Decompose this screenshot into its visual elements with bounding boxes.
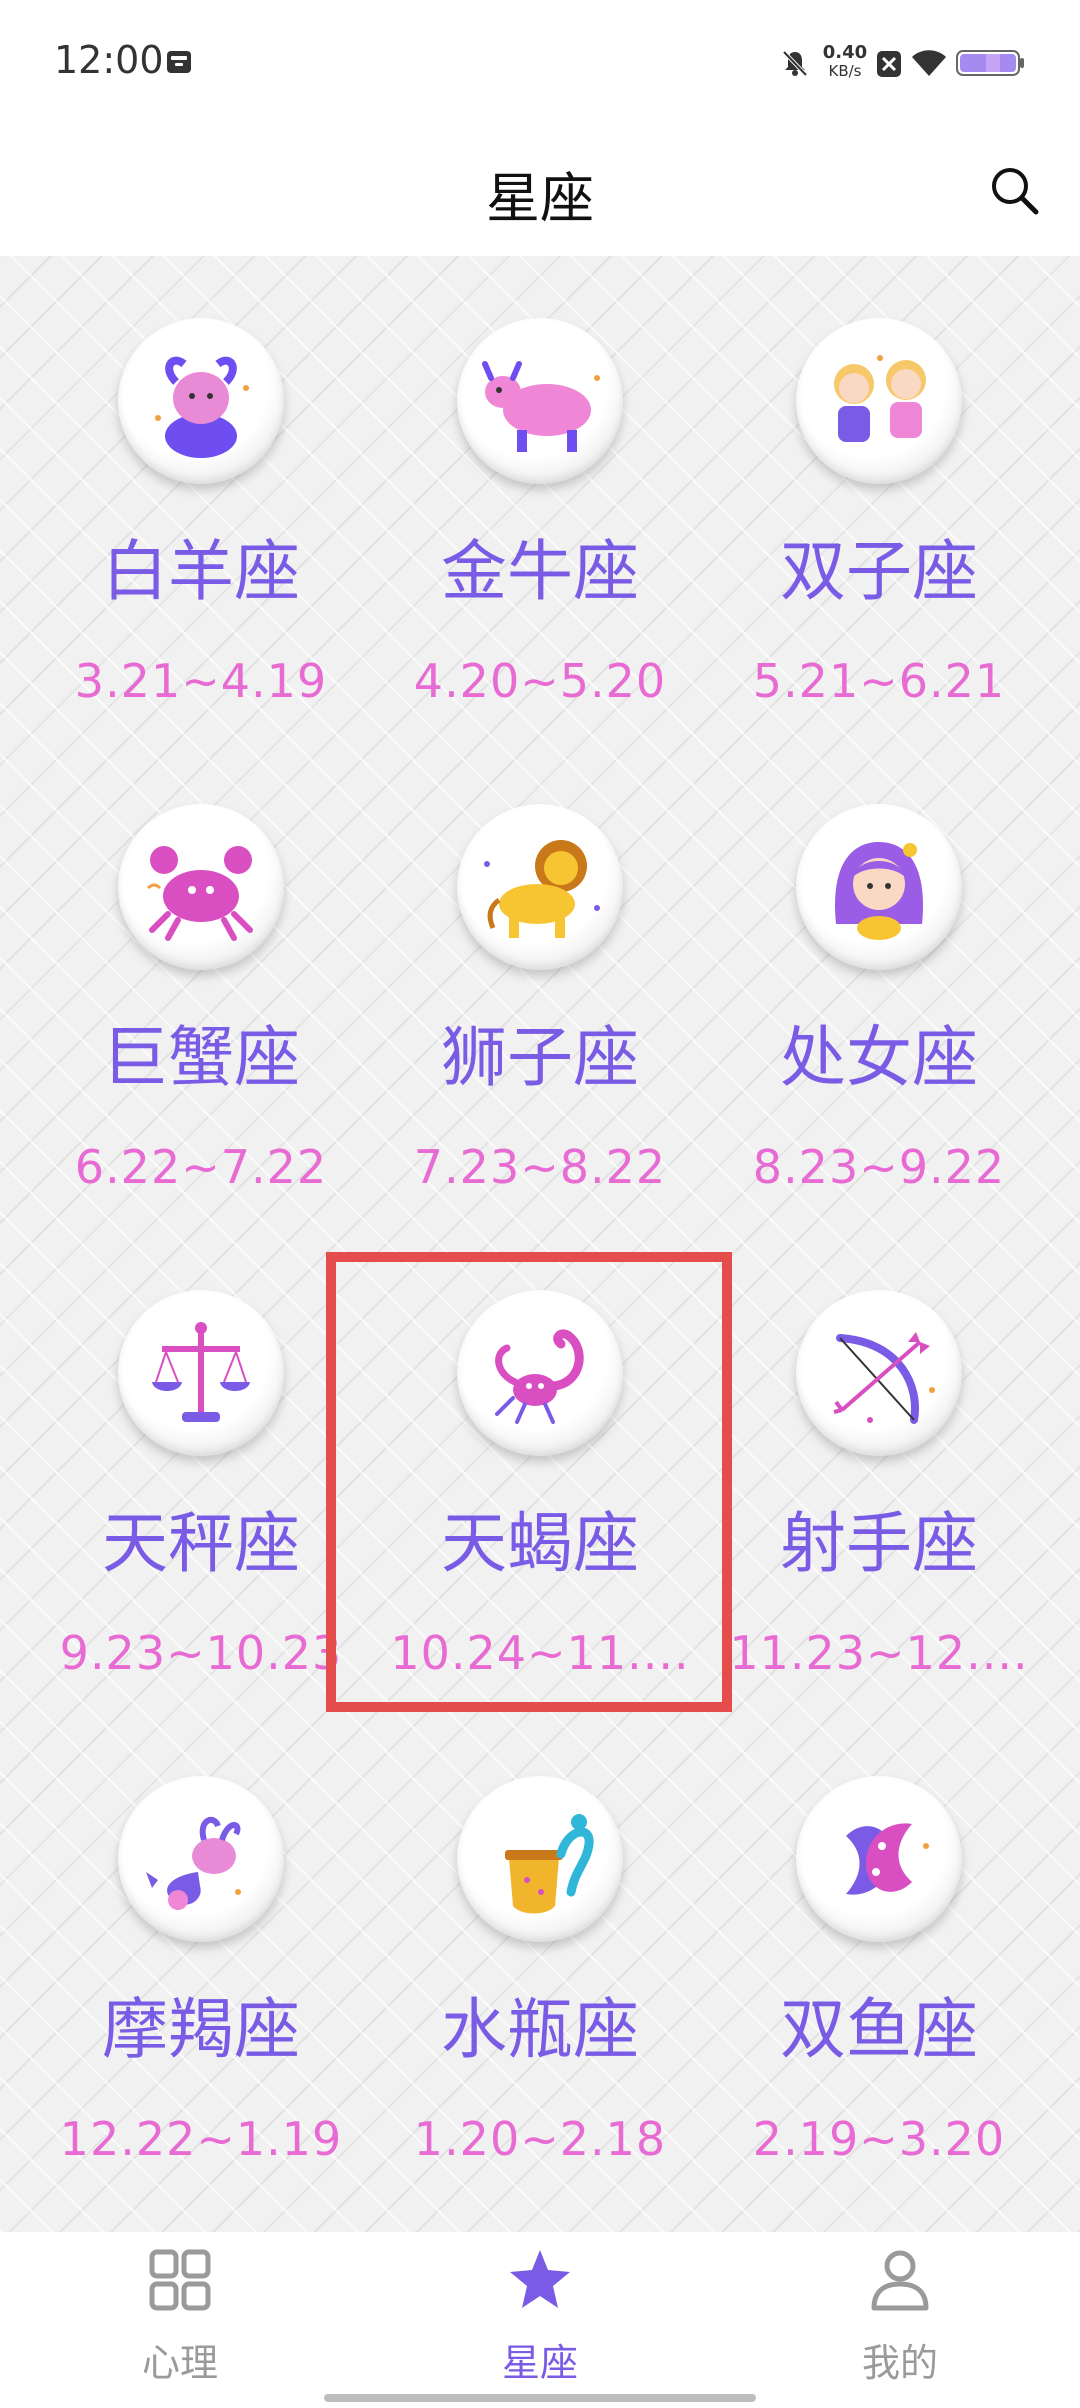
aries-icon xyxy=(118,318,284,484)
zodiac-card-cancer[interactable]: 巨蟹座 6.22~7.22 xyxy=(32,742,370,1228)
virgo-icon xyxy=(796,804,962,970)
zodiac-name: 水瓶座 xyxy=(441,1991,639,2068)
zodiac-card-virgo[interactable]: 处女座 8.23~9.22 xyxy=(710,742,1048,1228)
zodiac-card-gemini[interactable]: 双子座 5.21~6.21 xyxy=(710,256,1048,742)
zodiac-card-leo[interactable]: 狮子座 7.23~8.22 xyxy=(371,742,709,1228)
zodiac-name: 天秤座 xyxy=(102,1505,300,1582)
capricorn-icon xyxy=(118,1776,284,1942)
zodiac-grid: 白羊座 3.21~4.19 金牛座 4.20~5.20 双子座 5.21~6.2… xyxy=(0,256,1080,2232)
mute-icon xyxy=(782,50,808,77)
zodiac-date: 6.22~7.22 xyxy=(74,1140,328,1194)
zodiac-name: 射手座 xyxy=(780,1505,978,1582)
search-icon[interactable] xyxy=(980,156,1050,226)
nav-label-psychology: 心理 xyxy=(141,2341,218,2385)
zodiac-card-pisces[interactable]: 双鱼座 2.19~3.20 xyxy=(710,1714,1048,2200)
sagittarius-icon xyxy=(796,1290,962,1456)
nav-label-zodiac: 星座 xyxy=(501,2341,578,2385)
zodiac-card-taurus[interactable]: 金牛座 4.20~5.20 xyxy=(371,256,709,742)
zodiac-name: 金牛座 xyxy=(441,533,639,610)
zodiac-date: 5.21~6.21 xyxy=(752,654,1006,708)
zodiac-name: 双鱼座 xyxy=(780,1991,978,2068)
network-speed-value: 0.40 xyxy=(822,42,868,63)
zodiac-name: 狮子座 xyxy=(441,1019,639,1096)
aquarius-icon xyxy=(457,1776,623,1942)
nav-item-profile[interactable]: 我的 xyxy=(720,2232,1080,2408)
zodiac-name: 摩羯座 xyxy=(102,1991,300,2068)
zodiac-card-capricorn[interactable]: 摩羯座 12.22~1.19 xyxy=(32,1714,370,2200)
zodiac-name: 白羊座 xyxy=(102,533,300,610)
zodiac-name: 双子座 xyxy=(780,533,978,610)
zodiac-date: 8.23~9.22 xyxy=(752,1140,1006,1194)
bottom-nav: 心理 星座 我的 xyxy=(0,2232,1080,2408)
zodiac-card-libra[interactable]: 天秤座 9.23~10.23 xyxy=(32,1228,370,1714)
network-speed: 0.40 KB/s xyxy=(820,42,870,81)
app-screen: 12:00 0.40 KB/s 星座 白羊座 3.21~4.19 金牛座 4.2… xyxy=(0,0,1080,2408)
zodiac-name: 处女座 xyxy=(780,1019,978,1096)
zodiac-date: 12.22~1.19 xyxy=(59,2112,343,2166)
taurus-icon xyxy=(457,318,623,484)
zodiac-date: 4.20~5.20 xyxy=(413,654,667,708)
zodiac-card-sagittarius[interactable]: 射手座 11.23~12.... xyxy=(710,1228,1048,1714)
star-icon xyxy=(510,2250,570,2308)
zodiac-date: 11.23~12.... xyxy=(729,1626,1029,1680)
nav-item-zodiac[interactable]: 星座 xyxy=(360,2232,720,2408)
battery-icon xyxy=(956,50,1024,76)
zodiac-date: 9.23~10.23 xyxy=(59,1626,343,1680)
page-title: 星座 xyxy=(486,167,594,230)
zodiac-date: 3.21~4.19 xyxy=(74,654,328,708)
person-icon xyxy=(871,2250,929,2311)
wifi-icon xyxy=(912,50,946,76)
nav-label-profile: 我的 xyxy=(861,2341,938,2385)
status-time: 12:00 xyxy=(54,38,164,82)
leo-icon xyxy=(457,804,623,970)
pisces-icon xyxy=(796,1776,962,1942)
status-bar: 12:00 0.40 KB/s xyxy=(0,0,1080,126)
zodiac-date: 7.23~8.22 xyxy=(413,1140,667,1194)
zodiac-name: 巨蟹座 xyxy=(102,1019,300,1096)
libra-icon xyxy=(118,1290,284,1456)
zodiac-date: 2.19~3.20 xyxy=(752,2112,1006,2166)
title-bar: 星座 xyxy=(0,126,1080,256)
nav-item-psychology[interactable]: 心理 xyxy=(0,2232,360,2408)
no-sim-icon xyxy=(877,51,901,77)
grid-icon xyxy=(149,2249,211,2311)
storage-icon xyxy=(167,51,191,73)
gemini-icon xyxy=(796,318,962,484)
home-indicator[interactable] xyxy=(324,2394,756,2402)
zodiac-date: 1.20~2.18 xyxy=(413,2112,667,2166)
cancer-icon xyxy=(118,804,284,970)
selection-highlight xyxy=(326,1252,732,1712)
zodiac-card-aquarius[interactable]: 水瓶座 1.20~2.18 xyxy=(371,1714,709,2200)
zodiac-card-aries[interactable]: 白羊座 3.21~4.19 xyxy=(32,256,370,742)
network-speed-unit: KB/s xyxy=(828,62,862,80)
